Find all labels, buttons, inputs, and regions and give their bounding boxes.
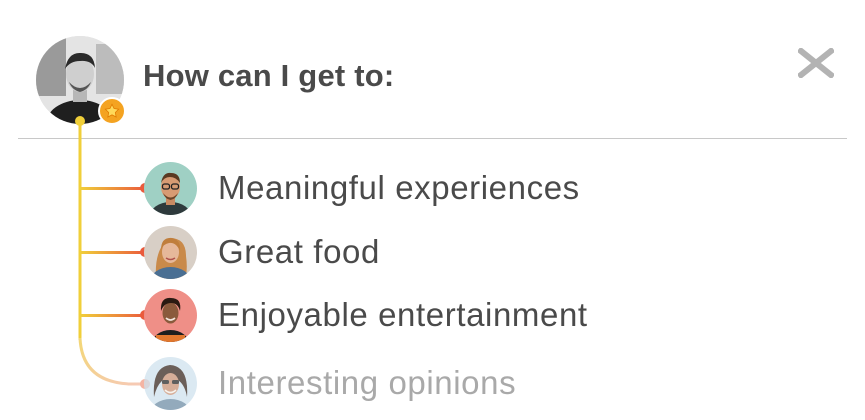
branch-4 — [78, 337, 145, 386]
list-item[interactable]: Great food — [144, 225, 380, 279]
branch-3 — [80, 314, 146, 317]
list-item-label: Great food — [218, 233, 380, 270]
person-avatar-icon — [144, 356, 197, 410]
person-avatar-icon — [144, 161, 197, 215]
person-avatar-icon — [144, 225, 197, 279]
branch-1 — [80, 187, 146, 190]
list-item-label: Enjoyable entertainment — [218, 296, 588, 333]
list-item-label: Meaningful experiences — [218, 169, 580, 206]
list-item[interactable]: Enjoyable entertainment — [144, 288, 588, 342]
list-item-label: Interesting opinions — [218, 364, 517, 401]
list-item[interactable]: Meaningful experiences — [144, 161, 580, 215]
person-avatar-icon — [144, 288, 197, 342]
branch-2 — [80, 251, 146, 254]
list-item[interactable]: Interesting opinions — [144, 356, 516, 410]
